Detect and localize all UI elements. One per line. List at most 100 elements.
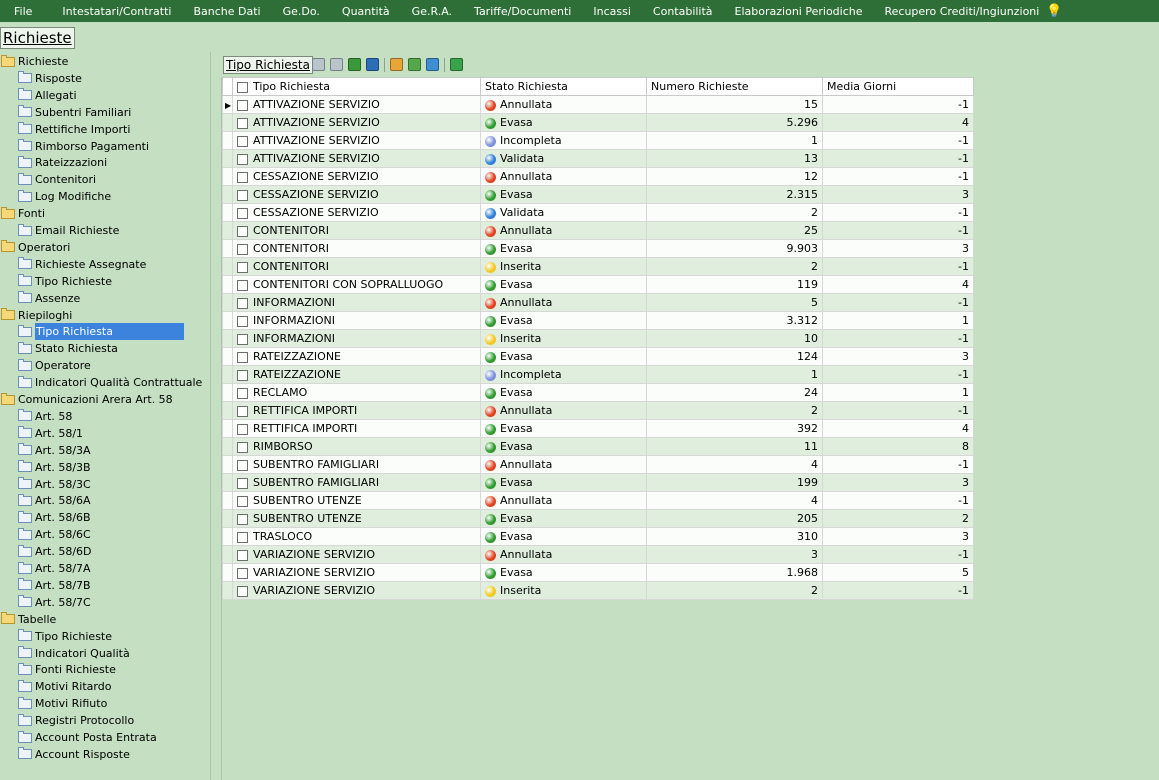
row-checkbox[interactable] <box>237 477 248 489</box>
tree-item-rettifiche-importi[interactable]: Rettifiche Importi <box>18 121 130 138</box>
row-checkbox[interactable] <box>237 189 248 201</box>
tree-item-richieste-assegnate[interactable]: Richieste Assegnate <box>18 256 146 273</box>
row-checkbox[interactable] <box>237 441 248 453</box>
tree-item-indicatori-qualit-contrattuale[interactable]: Indicatori Qualità Contrattuale <box>18 374 202 391</box>
row-checkbox[interactable] <box>237 423 248 435</box>
tree-item-art-58-7b[interactable]: Art. 58/7B <box>18 577 91 594</box>
add-icon[interactable] <box>408 58 421 71</box>
tree-item-art-58-6d[interactable]: Art. 58/6D <box>18 543 92 560</box>
table-row[interactable]: ATTIVAZIONE SERVIZIO Evasa 5.296 4 <box>222 113 974 132</box>
row-checkbox[interactable] <box>237 297 248 309</box>
table-row[interactable]: CONTENITORI Annullata 25 -1 <box>222 221 974 240</box>
tree-item-assenze[interactable]: Assenze <box>18 290 80 307</box>
table-row[interactable]: SUBENTRO UTENZE Evasa 205 2 <box>222 509 974 528</box>
row-checkbox[interactable] <box>237 243 248 255</box>
table-row[interactable]: INFORMAZIONI Evasa 3.312 1 <box>222 311 974 330</box>
table-row[interactable]: CESSAZIONE SERVIZIO Validata 2 -1 <box>222 203 974 222</box>
first-record-icon[interactable] <box>312 58 325 71</box>
table-row[interactable]: INFORMAZIONI Annullata 5 -1 <box>222 293 974 312</box>
tree-item-art-58-3b[interactable]: Art. 58/3B <box>18 459 91 476</box>
table-row[interactable]: INFORMAZIONI Inserita 10 -1 <box>222 329 974 348</box>
tree-item-art-58-7a[interactable]: Art. 58/7A <box>18 560 91 577</box>
row-checkbox[interactable] <box>237 495 248 507</box>
tree-item-art-58[interactable]: Art. 58 <box>18 408 72 425</box>
tree-item-operatori[interactable]: Operatori <box>1 239 70 256</box>
column-header-media[interactable]: Media Giorni <box>822 77 974 96</box>
menu-tariffe-documenti[interactable]: Tariffe/Documenti <box>463 5 582 18</box>
table-row[interactable]: RIMBORSO Evasa 11 8 <box>222 437 974 456</box>
row-checkbox[interactable] <box>237 117 248 129</box>
row-checkbox[interactable] <box>237 315 248 327</box>
row-checkbox[interactable] <box>237 513 248 525</box>
column-header-numero[interactable]: Numero Richieste <box>646 77 823 96</box>
table-row[interactable]: CESSAZIONE SERVIZIO Evasa 2.315 3 <box>222 185 974 204</box>
select-all-checkbox[interactable] <box>237 81 248 93</box>
next-record-icon[interactable] <box>348 58 361 71</box>
table-row[interactable]: SUBENTRO FAMIGLIARI Annullata 4 -1 <box>222 455 974 474</box>
menu-file[interactable]: File <box>0 5 51 18</box>
refresh-icon[interactable] <box>450 58 463 71</box>
edit-icon[interactable] <box>390 58 403 71</box>
table-row[interactable]: RETTIFICA IMPORTI Evasa 392 4 <box>222 419 974 438</box>
tree-item-tipo-richiesta[interactable]: Tipo Richiesta <box>18 323 184 341</box>
tree-item-account-risposte[interactable]: Account Risposte <box>18 746 130 763</box>
table-row[interactable]: CESSAZIONE SERVIZIO Annullata 12 -1 <box>222 167 974 186</box>
tree-item-richieste[interactable]: Richieste <box>1 53 68 70</box>
tree-item-indicatori-qualit-[interactable]: Indicatori Qualità <box>18 645 130 662</box>
tree-item-tipo-richieste[interactable]: Tipo Richieste <box>18 628 112 645</box>
tree-item-subentri-familiari[interactable]: Subentri Familiari <box>18 104 131 121</box>
tree-item-motivi-ritardo[interactable]: Motivi Ritardo <box>18 678 111 695</box>
table-row[interactable]: VARIAZIONE SERVIZIO Evasa 1.968 5 <box>222 563 974 582</box>
tree-item-rateizzazioni[interactable]: Rateizzazioni <box>18 154 107 171</box>
tree-item-art-58-7c[interactable]: Art. 58/7C <box>18 594 91 611</box>
lightbulb-icon[interactable]: 💡 <box>1046 4 1062 19</box>
tree-item-art-58-6a[interactable]: Art. 58/6A <box>18 492 91 509</box>
tree-item-risposte[interactable]: Risposte <box>18 70 82 87</box>
tree-item-fonti-richieste[interactable]: Fonti Richieste <box>18 661 116 678</box>
menu-elaborazioni-periodiche[interactable]: Elaborazioni Periodiche <box>724 5 874 18</box>
menu-banche-dati[interactable]: Banche Dati <box>182 5 271 18</box>
column-header-stato[interactable]: Stato Richiesta <box>480 77 647 96</box>
tree-item-art-58-3a[interactable]: Art. 58/3A <box>18 442 91 459</box>
table-row[interactable]: SUBENTRO FAMIGLIARI Evasa 199 3 <box>222 473 974 492</box>
tree-item-art-58-1[interactable]: Art. 58/1 <box>18 425 83 442</box>
row-checkbox[interactable] <box>237 225 248 237</box>
row-checkbox[interactable] <box>237 459 248 471</box>
tree-item-email-richieste[interactable]: Email Richieste <box>18 222 119 239</box>
table-row[interactable]: CONTENITORI CON SOPRALLUOGO Evasa 119 4 <box>222 275 974 294</box>
row-checkbox[interactable] <box>237 351 248 363</box>
tree-item-tipo-richieste[interactable]: Tipo Richieste <box>18 273 112 290</box>
grid-title-tab[interactable]: Tipo Richiesta <box>223 56 313 74</box>
row-checkbox[interactable] <box>237 567 248 579</box>
menu-quantit-[interactable]: Quantità <box>331 5 401 18</box>
tree-item-fonti[interactable]: Fonti <box>1 205 45 222</box>
tree-item-account-posta-entrata[interactable]: Account Posta Entrata <box>18 729 157 746</box>
tree-item-log-modifiche[interactable]: Log Modifiche <box>18 188 111 205</box>
menu-intestatari-contratti[interactable]: Intestatari/Contratti <box>51 5 182 18</box>
tree-item-comunicazioni-arera-art-58[interactable]: Comunicazioni Arera Art. 58 <box>1 391 173 408</box>
tree-item-operatore[interactable]: Operatore <box>18 357 91 374</box>
export-icon[interactable] <box>426 58 439 71</box>
menu-ge-do-[interactable]: Ge.Do. <box>272 5 331 18</box>
row-checkbox[interactable] <box>237 549 248 561</box>
table-row[interactable]: VARIAZIONE SERVIZIO Annullata 3 -1 <box>222 545 974 564</box>
table-row[interactable]: SUBENTRO UTENZE Annullata 4 -1 <box>222 491 974 510</box>
table-row[interactable]: TRASLOCO Evasa 310 3 <box>222 527 974 546</box>
row-checkbox[interactable] <box>237 531 248 543</box>
tree-item-motivi-rifiuto[interactable]: Motivi Rifiuto <box>18 695 107 712</box>
row-checkbox[interactable] <box>237 333 248 345</box>
tree-item-registri-protocollo[interactable]: Registri Protocollo <box>18 712 134 729</box>
tree-item-contenitori[interactable]: Contenitori <box>18 171 96 188</box>
row-checkbox[interactable] <box>237 387 248 399</box>
previous-record-icon[interactable] <box>330 58 343 71</box>
row-checkbox[interactable] <box>237 207 248 219</box>
row-checkbox[interactable] <box>237 369 248 381</box>
row-checkbox[interactable] <box>237 405 248 417</box>
table-row[interactable]: CONTENITORI Evasa 9.903 3 <box>222 239 974 258</box>
column-header-tipo[interactable]: Tipo Richiesta <box>232 77 481 96</box>
menu-ge-r-a-[interactable]: Ge.R.A. <box>401 5 463 18</box>
tree-item-riepiloghi[interactable]: Riepiloghi <box>1 307 72 324</box>
row-checkbox[interactable] <box>237 171 248 183</box>
menu-recupero-crediti-ingiunzioni[interactable]: Recupero Crediti/Ingiunzioni <box>874 5 1051 18</box>
tree-item-allegati[interactable]: Allegati <box>18 87 77 104</box>
